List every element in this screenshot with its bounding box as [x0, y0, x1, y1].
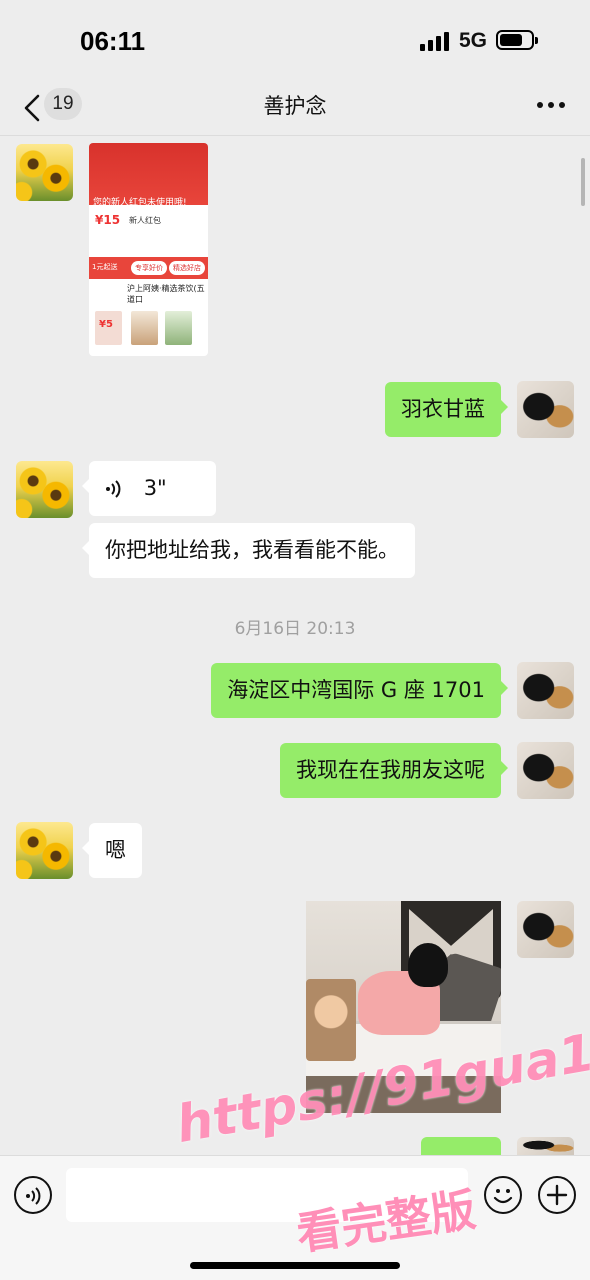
voice-message[interactable]: 3" [82, 461, 216, 517]
my-avatar[interactable] [517, 742, 574, 799]
chat-title: 善护念 [263, 94, 327, 118]
my-avatar[interactable] [517, 1137, 574, 1155]
my-avatar[interactable] [517, 662, 574, 719]
image-message[interactable]: 您的新人红包未使用哦! ¥15 新人红包 1元起送 专享好价 精选好店 沪上阿姨… [89, 143, 208, 356]
smiley-icon [493, 1189, 513, 1204]
contact-avatar[interactable] [16, 144, 73, 201]
voice-duration: 3" [143, 476, 167, 500]
contact-avatar[interactable] [16, 822, 73, 879]
contact-avatar[interactable] [16, 461, 73, 518]
hamster-sticker [306, 979, 356, 1061]
home-indicator [190, 1262, 400, 1269]
more-icon[interactable] [537, 102, 567, 110]
status-bar: 06:11 5G [0, 0, 590, 80]
plus-icon [546, 1184, 568, 1206]
voice-wave-icon [26, 1187, 41, 1205]
incoming-message[interactable]: 你把地址给我，我看看能不能。 [82, 523, 415, 579]
status-time: 06:11 [80, 26, 146, 56]
emoji-button[interactable] [484, 1176, 522, 1214]
my-avatar[interactable] [517, 381, 574, 438]
outgoing-message[interactable]: 海淀区中湾国际 G 座 1701 [211, 663, 508, 719]
outgoing-message-partial[interactable] [421, 1137, 501, 1155]
incoming-message[interactable]: 嗯 [82, 823, 142, 879]
outgoing-message[interactable]: 我现在在我朋友这呢 [280, 743, 508, 799]
more-functions-button[interactable] [538, 1176, 576, 1214]
voice-input-button[interactable] [14, 1176, 52, 1214]
scrollbar[interactable] [581, 158, 585, 206]
voice-wave-icon [106, 480, 121, 498]
outgoing-message[interactable]: 羽衣甘蓝 [385, 382, 508, 438]
network-type: 5G [459, 29, 488, 52]
signal-icon [420, 31, 450, 51]
chat-header: 19 善护念 [0, 80, 590, 136]
my-avatar[interactable] [517, 901, 574, 958]
battery-icon [496, 30, 538, 50]
message-timestamp: 6月16日 20:13 [234, 619, 356, 639]
